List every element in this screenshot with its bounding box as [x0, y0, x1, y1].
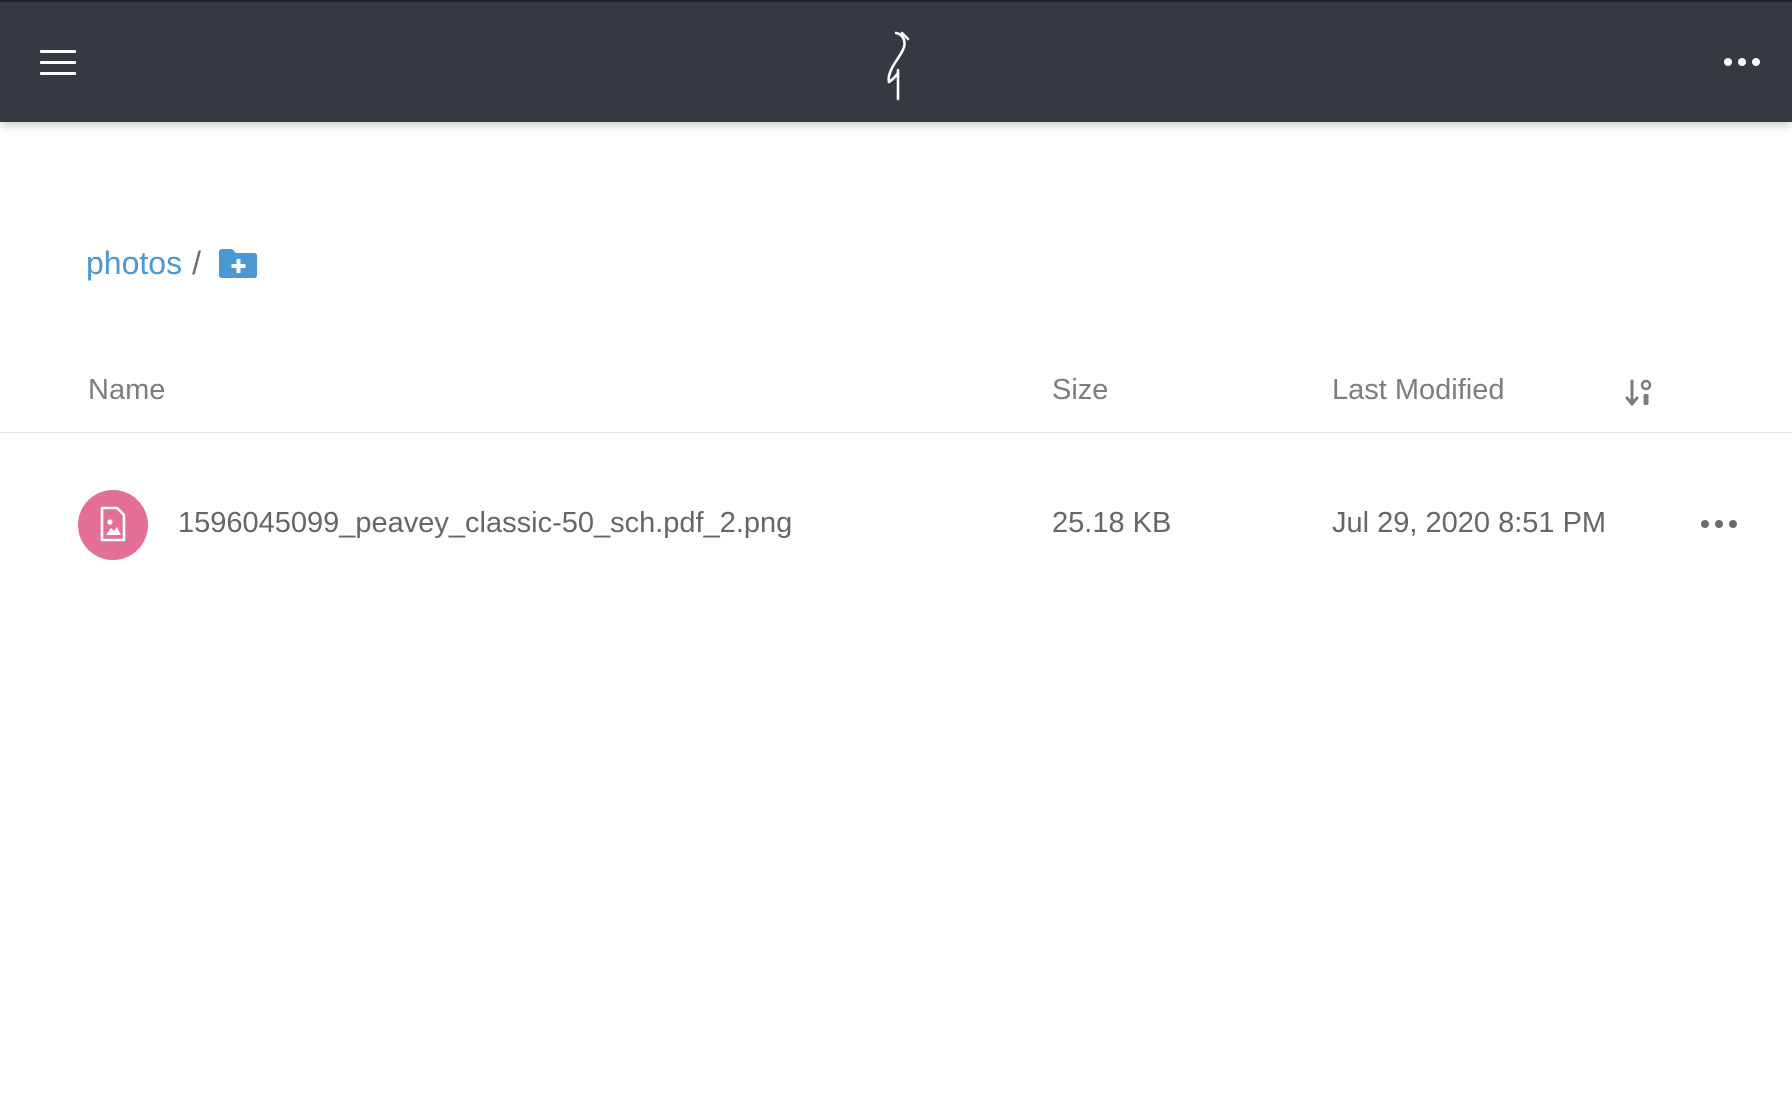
- image-file-icon: [78, 490, 148, 560]
- file-list-header: Name Size Last Modified: [0, 366, 1792, 433]
- top-bar: [0, 0, 1792, 122]
- file-size: 25.18 KB: [1052, 507, 1172, 539]
- column-name-header[interactable]: Name: [88, 374, 165, 407]
- hamburger-menu-icon[interactable]: [40, 50, 82, 78]
- sort-icon[interactable]: [1624, 378, 1654, 408]
- folder-add-icon[interactable]: [217, 247, 259, 279]
- more-options-icon[interactable]: [1722, 50, 1762, 74]
- breadcrumb-separator: /: [192, 244, 201, 281]
- file-last-modified: Jul 29, 2020 8:51 PM: [1332, 507, 1607, 539]
- row-actions-icon[interactable]: [1700, 514, 1738, 534]
- breadcrumb-bucket-link[interactable]: photos: [86, 245, 182, 282]
- column-last-modified-header[interactable]: Last Modified: [1332, 374, 1505, 407]
- minio-logo: [887, 31, 910, 101]
- file-name[interactable]: 1596045099_peavey_classic-50_sch.pdf_2.p…: [178, 507, 792, 540]
- breadcrumb: photos /: [86, 238, 259, 288]
- column-size-header[interactable]: Size: [1052, 374, 1108, 407]
- file-row[interactable]: 1596045099_peavey_classic-50_sch.pdf_2.p…: [0, 480, 1792, 572]
